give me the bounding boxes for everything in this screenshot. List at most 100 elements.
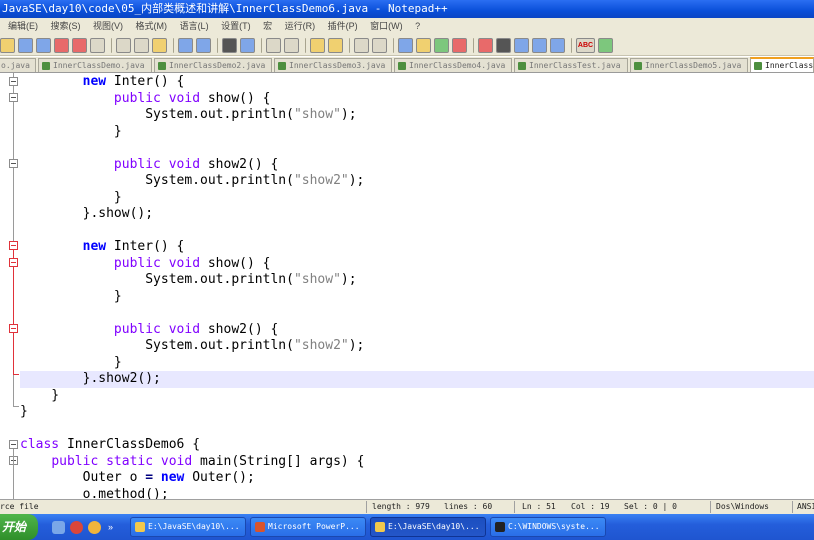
menu-language[interactable]: 语言(L)	[180, 18, 209, 35]
tab-o-java[interactable]: o.java	[0, 58, 36, 72]
fold-toggle[interactable]	[9, 159, 18, 168]
taskbar-powerpoint[interactable]: Microsoft PowerP...	[250, 517, 366, 537]
save-macro-icon[interactable]	[550, 37, 565, 53]
cut-icon[interactable]	[116, 37, 131, 53]
code-line[interactable]: }	[20, 404, 814, 421]
taskbar-cmd[interactable]: C:\WINDOWS\syste...	[490, 517, 606, 537]
replace-icon[interactable]	[240, 37, 255, 53]
menu-help[interactable]: ?	[415, 18, 420, 35]
start-button[interactable]: 开始	[0, 514, 38, 540]
code-line[interactable]: }.show2();	[20, 371, 814, 388]
zoom-in-icon[interactable]	[266, 37, 281, 53]
code-line[interactable]: public static void main(String[] args) {	[20, 454, 814, 471]
media-player-icon[interactable]	[88, 521, 101, 534]
code-line[interactable]: }.show();	[20, 206, 814, 223]
taskbar-explorer-2[interactable]: E:\JavaSE\day10\...	[370, 517, 486, 537]
fold-toggle[interactable]	[9, 258, 18, 267]
zoom-out-icon[interactable]	[284, 37, 299, 53]
code-line[interactable]: }	[20, 355, 814, 372]
code-line[interactable]: System.out.println("show");	[20, 272, 814, 289]
code-line[interactable]: System.out.println("show");	[20, 107, 814, 124]
print-icon[interactable]	[90, 37, 105, 53]
code-line[interactable]: public void show() {	[20, 91, 814, 108]
run-macro-icon[interactable]	[532, 37, 547, 53]
menu-macro[interactable]: 宏	[263, 18, 272, 35]
menu-plugins[interactable]: 插件(P)	[328, 18, 358, 35]
menu-settings[interactable]: 设置(T)	[221, 18, 251, 35]
code-line[interactable]	[20, 140, 814, 157]
sync-h-icon[interactable]	[328, 37, 343, 53]
editor[interactable]: new Inter() { public void show() { Syste…	[0, 73, 814, 499]
redo-icon[interactable]	[196, 37, 211, 53]
code-line[interactable]: public void show2() {	[20, 157, 814, 174]
code-line[interactable]: Outer o = new Outer();	[20, 470, 814, 487]
save-all-icon[interactable]	[36, 37, 51, 53]
fold-toggle[interactable]	[9, 77, 18, 86]
code-line[interactable]	[20, 421, 814, 438]
code-line[interactable]: public void show() {	[20, 256, 814, 273]
close-icon[interactable]	[54, 37, 69, 53]
play-macro-icon[interactable]	[514, 37, 529, 53]
code-line[interactable]: System.out.println("show2");	[20, 173, 814, 190]
tab-innerclassdemo4[interactable]: InnerClassDemo4.java	[394, 58, 512, 72]
save-icon[interactable]	[18, 37, 33, 53]
code-line[interactable]: }	[20, 124, 814, 141]
all-chars-icon[interactable]	[372, 37, 387, 53]
indent-guide-icon[interactable]	[398, 37, 413, 53]
menu-search[interactable]: 搜索(S)	[51, 18, 81, 35]
tab-innerclasstest[interactable]: InnerClassTest.java	[514, 58, 628, 72]
doc-map-icon[interactable]	[434, 37, 449, 53]
paste-icon[interactable]	[152, 37, 167, 53]
tab-innerclassdemo6[interactable]: InnerClass	[750, 57, 814, 72]
udl-icon[interactable]	[416, 37, 431, 53]
sync-v-icon[interactable]	[310, 37, 325, 53]
taskbar-explorer-1[interactable]: E:\JavaSE\day10\...	[130, 517, 246, 537]
close-all-icon[interactable]	[72, 37, 87, 53]
undo-icon[interactable]	[178, 37, 193, 53]
file-saved-icon	[754, 62, 762, 70]
code-token: new	[82, 74, 107, 89]
menu-window[interactable]: 窗口(W)	[370, 18, 403, 35]
code-token: public	[51, 453, 99, 469]
record-macro-icon[interactable]	[478, 37, 493, 53]
code-line[interactable]: new Inter() {	[20, 239, 814, 256]
show-desktop-icon[interactable]	[52, 521, 65, 534]
code-line[interactable]	[20, 305, 814, 322]
code-line[interactable]: public void show2() {	[20, 322, 814, 339]
code-line[interactable]: o.method();	[20, 487, 814, 500]
spellcheck-icon[interactable]: ABC	[576, 37, 595, 53]
code-line[interactable]: }	[20, 388, 814, 405]
code-line[interactable]: }	[20, 190, 814, 207]
tab-innerclassdemo3[interactable]: InnerClassDemo3.java	[274, 58, 392, 72]
menu-edit[interactable]: 编辑(E)	[8, 18, 38, 35]
fold-toggle[interactable]	[9, 324, 18, 333]
quicklaunch-more-icon[interactable]: »	[108, 521, 116, 534]
fold-toggle[interactable]	[9, 241, 18, 250]
fold-toggle[interactable]	[9, 440, 18, 449]
tab-innerclassdemo[interactable]: InnerClassDemo.java	[38, 58, 152, 72]
open-icon[interactable]	[0, 37, 15, 53]
menu-format[interactable]: 格式(M)	[136, 18, 168, 35]
find-icon[interactable]	[222, 37, 237, 53]
code-line[interactable]: class InnerClassDemo6 {	[20, 437, 814, 454]
fold-toggle[interactable]	[9, 93, 18, 102]
copy-icon[interactable]	[134, 37, 149, 53]
browser-icon[interactable]	[70, 521, 83, 534]
tab-innerclassdemo2[interactable]: InnerClassDemo2.java	[154, 58, 272, 72]
code-token: Outer o	[20, 470, 146, 485]
spellcheck-auto-icon[interactable]	[598, 37, 613, 53]
wrap-icon[interactable]	[354, 37, 369, 53]
menu-run[interactable]: 运行(R)	[285, 18, 316, 35]
code-line[interactable]: }	[20, 289, 814, 306]
tab-innerclassdemo5[interactable]: InnerClassDemo5.java	[630, 58, 748, 72]
menu-view[interactable]: 视图(V)	[93, 18, 123, 35]
toolbar-separator	[217, 37, 219, 53]
code-line[interactable]: System.out.println("show2");	[20, 338, 814, 355]
stop-macro-icon[interactable]	[496, 37, 511, 53]
code-line[interactable]	[20, 223, 814, 240]
code-line[interactable]: new Inter() {	[20, 74, 814, 91]
function-list-icon[interactable]	[452, 37, 467, 53]
